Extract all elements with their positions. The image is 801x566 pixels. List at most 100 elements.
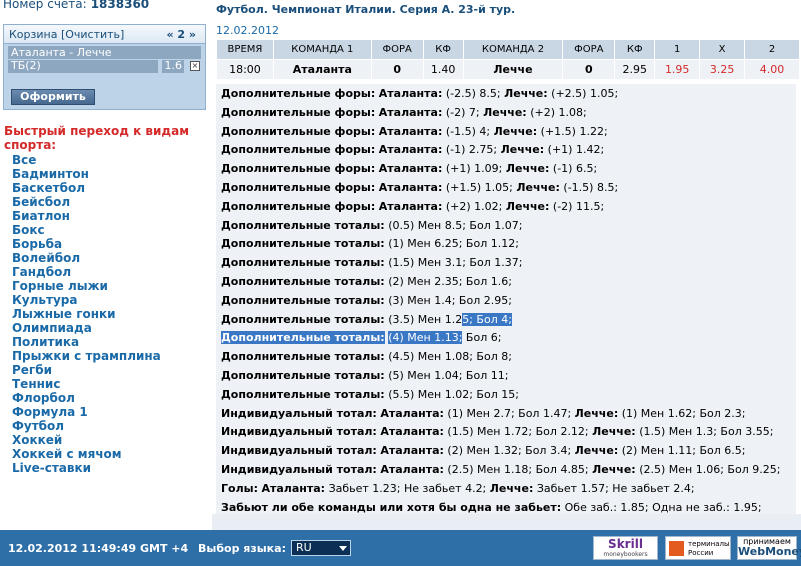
- odds-values[interactable]: (5) Мен 1.04; Бол 11;: [388, 369, 508, 382]
- odds-values[interactable]: (0.5) Мен 8.5; Бол 1.07;: [388, 219, 522, 232]
- horizontal-scrollbar[interactable]: [212, 514, 801, 530]
- odds-values[interactable]: (3) Мен 1.4; Бол 2.95;: [388, 294, 512, 307]
- team-name: Лечче:: [489, 481, 534, 495]
- sport-link[interactable]: Live-ставки: [12, 461, 161, 475]
- odds-values[interactable]: (1.5) Мен 1.3; Бол 3.55;: [639, 425, 773, 438]
- market-line: Индивидуальный тотал: Аталанта: (2) Мен …: [221, 444, 745, 457]
- odds-values[interactable]: (+1.5) 1.22;: [541, 125, 608, 138]
- cart-title[interactable]: Корзина [Очистить]: [9, 28, 124, 41]
- sport-link[interactable]: Футбол: [12, 419, 161, 433]
- terminals-text: терминалы России: [688, 540, 730, 557]
- sport-link[interactable]: Горные лыжи: [12, 279, 161, 293]
- market-label: Дополнительные форы:: [221, 143, 376, 157]
- sport-link[interactable]: Прыжки с трамплина: [12, 349, 161, 363]
- order-button[interactable]: Оформить: [11, 89, 95, 105]
- odds-values[interactable]: (1.5) Мен 1.72; Бол 2.12;: [447, 425, 588, 438]
- sport-link[interactable]: Олимпиада: [12, 321, 161, 335]
- odds-values[interactable]: (2.5) Мен 1.18; Бол 4.85;: [447, 463, 588, 476]
- odds-kf2[interactable]: 2.95: [614, 59, 656, 80]
- odds-values[interactable]: (2.5) Мен 1.06; Бол 9.25;: [639, 463, 780, 476]
- odds-values[interactable]: (-2) 11.5;: [553, 200, 604, 213]
- webmoney-logo[interactable]: принимаем WebMoney: [737, 536, 801, 560]
- sport-link[interactable]: Культура: [12, 293, 161, 307]
- odds-values[interactable]: (+1.5) 1.05;: [446, 181, 513, 194]
- odds-values[interactable]: (1) Мен 2.7; Бол 1.47;: [447, 407, 571, 420]
- sport-link[interactable]: Бокс: [12, 223, 161, 237]
- odds-values[interactable]: Бол 6;: [462, 331, 502, 344]
- odds-values[interactable]: (2) Мен 1.32; Бол 3.4;: [447, 444, 571, 457]
- team-name: Лечче:: [592, 425, 636, 439]
- odds-values[interactable]: (4.5) Мен 1.08; Бол 8;: [388, 350, 512, 363]
- odds-values[interactable]: (+2) 1.08;: [530, 106, 587, 119]
- odds-values[interactable]: (5.5) Мен 1.02; Бол 15;: [388, 388, 519, 401]
- odds-values[interactable]: (1) Мен 6.25; Бол 1.12;: [388, 237, 519, 250]
- sport-link[interactable]: Политика: [12, 335, 161, 349]
- odds-fora1: 0: [370, 59, 424, 80]
- sport-link[interactable]: Теннис: [12, 377, 161, 391]
- market-line: Голы: Аталанта: Забьет 1.23; Не забьет 4…: [221, 482, 695, 495]
- odds-values[interactable]: (+2.5) 1.05;: [551, 87, 618, 100]
- odds-draw[interactable]: 3.25: [699, 59, 746, 80]
- skrill-logo[interactable]: Skrill moneybookers: [593, 536, 658, 560]
- sport-link[interactable]: Баскетбол: [12, 181, 161, 195]
- sport-link[interactable]: Гандбол: [12, 265, 161, 279]
- odds-values[interactable]: (+1) 1.09;: [446, 162, 503, 175]
- sport-link[interactable]: Регби: [12, 363, 161, 377]
- odds-values[interactable]: Обе заб.: 1.85; Одна не заб.: 1.95;: [565, 501, 762, 514]
- market-label: Дополнительные форы:: [221, 199, 376, 213]
- skrill-text: Skrill: [608, 537, 643, 551]
- odds-values[interactable]: (-1) 2.75;: [446, 143, 497, 156]
- market-label: Дополнительные форы:: [221, 87, 376, 100]
- odds-values[interactable]: (1) Мен 1.62; Бол 2.3;: [622, 407, 746, 420]
- sport-link[interactable]: Биатлон: [12, 209, 161, 223]
- odds-values[interactable]: (4) Мен 1.13;: [388, 331, 463, 345]
- market-label: Дополнительные форы:: [221, 181, 376, 194]
- market-label: Дополнительные тоталы:: [221, 312, 385, 326]
- odds-values[interactable]: (-1.5) 4;: [446, 125, 490, 138]
- odds-values[interactable]: (2) Мен 2.35; Бол 1.6;: [388, 275, 512, 288]
- market-label: Дополнительные тоталы:: [221, 331, 385, 345]
- odds-values[interactable]: Забьет 1.57; Не забьет 2.4;: [537, 482, 695, 495]
- odds-values[interactable]: (+1) 1.42;: [548, 143, 605, 156]
- team-name: Аталанта:: [378, 162, 443, 176]
- odds-win2[interactable]: 4.00: [744, 59, 800, 80]
- sport-link[interactable]: Бейсбол: [12, 195, 161, 209]
- odds-values[interactable]: (1.5) Мен 3.1; Бол 1.37;: [388, 256, 522, 269]
- sport-link[interactable]: Бадминтон: [12, 167, 161, 181]
- sport-link[interactable]: Борьба: [12, 237, 161, 251]
- odds-values[interactable]: Забьет 1.23; Не забьет 4.2;: [329, 482, 487, 495]
- remove-icon[interactable]: ×: [190, 61, 200, 71]
- odds-values[interactable]: (-2) 7;: [446, 106, 480, 119]
- odds-values[interactable]: (-2.5) 8.5;: [446, 87, 501, 100]
- terminal-icon: [669, 541, 684, 556]
- market-label: Дополнительные тоталы:: [221, 256, 385, 270]
- odds-win1[interactable]: 1.95: [654, 59, 701, 80]
- skrill-subtext: moneybookers: [603, 551, 648, 558]
- odds-values[interactable]: (3.5) Мен 1.2: [388, 313, 462, 326]
- sport-link[interactable]: Все: [12, 153, 161, 167]
- odds-values[interactable]: (+2) 1.02;: [446, 200, 503, 213]
- language-select[interactable]: RU: [291, 540, 351, 556]
- odds-values[interactable]: 5; Бол 4;: [462, 312, 512, 326]
- odds-values[interactable]: (-1.5) 8.5;: [563, 181, 618, 194]
- odds-header-row: ВРЕМЯ КОМАНДА 1 ФОРА КФ КОМАНДА 2 ФОРА К…: [216, 39, 800, 60]
- market-line: Дополнительные тоталы: (0.5) Мен 8.5; Бо…: [221, 219, 522, 232]
- odds-values[interactable]: (2) Мен 1.11; Бол 6.5;: [622, 444, 746, 457]
- sport-link[interactable]: Формула 1: [12, 405, 161, 419]
- sport-link[interactable]: Флорбол: [12, 391, 161, 405]
- market-label: Дополнительные форы:: [221, 162, 376, 176]
- market-line: Дополнительные тоталы: (1) Мен 6.25; Бол…: [221, 237, 519, 250]
- odds-kf1[interactable]: 1.40: [422, 59, 464, 80]
- market-label: Дополнительные тоталы:: [221, 350, 385, 364]
- sport-link[interactable]: Хоккей с мячом: [12, 447, 161, 461]
- sport-link[interactable]: Волейбол: [12, 251, 161, 265]
- cart-pager[interactable]: « 2 »: [166, 28, 196, 41]
- market-label: Дополнительные тоталы:: [221, 387, 385, 401]
- sport-link[interactable]: Хоккей: [12, 433, 161, 447]
- market-line: Дополнительные тоталы: (3.5) Мен 1.25; Б…: [221, 312, 512, 326]
- market-label: Дополнительные тоталы:: [221, 293, 385, 307]
- terminals-logo[interactable]: терминалы России: [665, 536, 731, 560]
- odds-values[interactable]: (-1) 6.5;: [553, 162, 597, 175]
- sport-link[interactable]: Лыжные гонки: [12, 307, 161, 321]
- team-name: Аталанта:: [378, 124, 443, 138]
